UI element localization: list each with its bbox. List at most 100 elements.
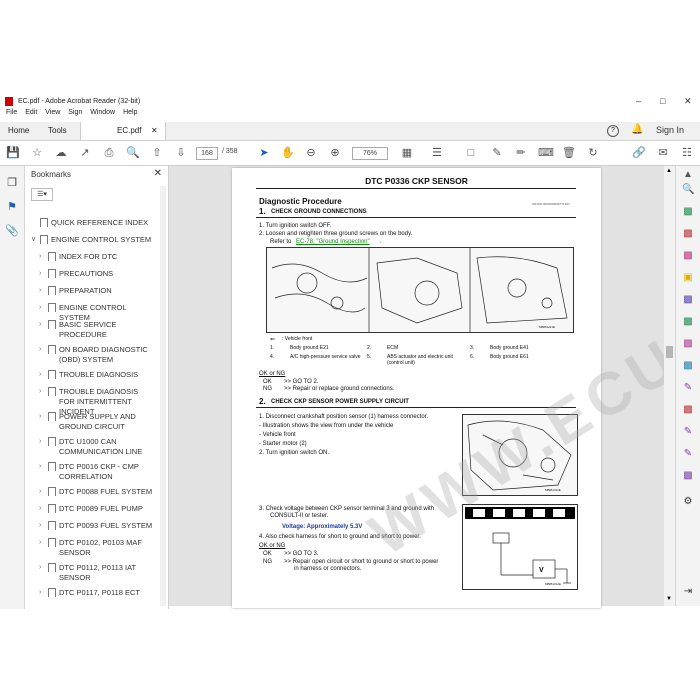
bookmark-item[interactable]: › PRECAUTIONS xyxy=(25,269,165,279)
next-page-icon[interactable]: ⇩ xyxy=(174,146,188,160)
mail-icon[interactable]: ✉ xyxy=(656,146,670,160)
bookmarks-options-button[interactable]: ☰▾ xyxy=(31,188,53,201)
chevron-right-icon[interactable]: › xyxy=(39,370,41,380)
edit-pdf-icon[interactable]: ▩ xyxy=(682,250,694,262)
bookmarks-scrollbar[interactable] xyxy=(160,186,166,606)
comment-icon[interactable]: □ xyxy=(464,146,478,160)
close-icon[interactable]: ✕ xyxy=(684,96,692,107)
compress-icon[interactable]: ▩ xyxy=(682,338,694,350)
bookmark-item[interactable]: › DTC P0089 FUEL PUMP xyxy=(25,504,165,514)
scan-ocr-icon[interactable]: ▩ xyxy=(682,360,694,372)
menu-file[interactable]: File xyxy=(6,109,17,116)
share-icon[interactable]: ↗ xyxy=(78,146,92,160)
highlight-icon[interactable]: ✏ xyxy=(514,146,528,160)
menu-view[interactable]: View xyxy=(45,109,60,116)
bookmark-item[interactable]: › TROUBLE DIAGNOSIS xyxy=(25,370,165,380)
chevron-right-icon[interactable]: › xyxy=(39,487,41,497)
bookmark-item[interactable]: › DTC P0016 CKP - CMP CORRELATION xyxy=(25,462,165,482)
bell-icon[interactable]: 🔔 xyxy=(631,124,643,135)
protect-icon[interactable]: ▩ xyxy=(682,404,694,416)
pane-collapse-icon[interactable]: ▲ xyxy=(682,169,694,181)
export-pdf-icon[interactable]: ▩ xyxy=(682,206,694,218)
print-production-icon[interactable]: ▩ xyxy=(682,470,694,482)
chevron-right-icon[interactable]: › xyxy=(39,504,41,514)
chevron-right-icon[interactable]: › xyxy=(39,303,41,313)
bookmark-item[interactable]: ∨ ENGINE CONTROL SYSTEM xyxy=(25,235,165,245)
page-thumbnails-icon[interactable]: ❐ xyxy=(5,176,19,190)
zoom-select[interactable]: 76% xyxy=(352,147,388,160)
create-pdf-icon[interactable]: ▩ xyxy=(682,228,694,240)
chevron-right-icon[interactable]: › xyxy=(39,412,41,422)
bookmark-item[interactable]: › DTC U1000 CAN COMMUNICATION LINE xyxy=(25,437,165,457)
chevron-right-icon[interactable]: › xyxy=(39,286,41,296)
chevron-right-icon[interactable]: › xyxy=(39,521,41,531)
chevron-right-icon[interactable]: › xyxy=(39,387,41,397)
tab-tools[interactable]: Tools xyxy=(40,122,75,140)
chevron-right-icon[interactable]: › xyxy=(39,462,41,472)
save-icon[interactable]: 💾 xyxy=(6,146,20,160)
chevron-right-icon[interactable]: › xyxy=(39,538,41,548)
chevron-right-icon[interactable]: › xyxy=(39,252,41,262)
fill-sign-icon[interactable]: ✎ xyxy=(682,382,694,394)
certificates-icon[interactable]: ✎ xyxy=(682,448,694,460)
attachments-icon[interactable]: 📎 xyxy=(5,224,19,238)
scroll-down-icon[interactable]: ▼ xyxy=(666,596,672,602)
send-for-signature-icon[interactable]: ✎ xyxy=(682,426,694,438)
organize-pages-icon[interactable]: ▩ xyxy=(682,316,694,328)
document-scrollbar[interactable]: ▲ ▼ xyxy=(664,166,675,606)
prev-page-icon[interactable]: ⇧ xyxy=(150,146,164,160)
more-tools-icon[interactable]: ☷ xyxy=(680,146,694,160)
pane-expand-icon[interactable]: ⇥ xyxy=(682,586,694,598)
bookmark-item[interactable]: › POWER SUPPLY AND GROUND CIRCUIT xyxy=(25,412,165,432)
menu-edit[interactable]: Edit xyxy=(25,109,37,116)
select-cursor-icon[interactable]: ➤ xyxy=(257,146,271,160)
bookmark-item[interactable]: › DTC P0088 FUEL SYSTEM xyxy=(25,487,165,497)
bookmark-item[interactable]: › DTC P0117, P0118 ECT xyxy=(25,588,165,598)
bookmark-item[interactable]: › DTC P0112, P0113 IAT SENSOR xyxy=(25,563,165,583)
bookmarks-panel-icon[interactable]: ⚑ xyxy=(5,200,19,214)
zoom-out-icon[interactable]: ⊖ xyxy=(304,146,318,160)
minimize-icon[interactable]: – xyxy=(636,96,641,106)
scroll-thumb[interactable] xyxy=(666,346,673,358)
menu-help[interactable]: Help xyxy=(123,109,137,116)
link-icon[interactable]: 🔗 xyxy=(632,146,646,160)
tab-close-icon[interactable]: ✕ xyxy=(151,122,158,140)
customize-tools-icon[interactable]: ⚙ xyxy=(682,496,694,508)
zoom-in-icon[interactable]: ⊕ xyxy=(328,146,342,160)
sign-in-button[interactable]: Sign In xyxy=(656,125,684,135)
chevron-right-icon[interactable]: › xyxy=(39,269,41,279)
search-text-icon[interactable]: 🔍 xyxy=(682,184,694,196)
bookmark-item[interactable]: › INDEX FOR DTC xyxy=(25,252,165,262)
bookmark-item[interactable]: › ON BOARD DIAGNOSTIC (OBD) SYSTEM xyxy=(25,345,165,365)
bookmarks-close-icon[interactable]: ✕ xyxy=(154,168,162,179)
bookmark-item[interactable]: › ENGINE CONTROL SYSTEM xyxy=(25,303,165,322)
hand-tool-icon[interactable]: ✋ xyxy=(281,146,295,160)
help-icon[interactable]: ? xyxy=(607,125,619,137)
menu-window[interactable]: Window xyxy=(90,109,115,116)
comment-tool-icon[interactable]: ▣ xyxy=(682,272,694,284)
scroll-mode-icon[interactable]: ☰ xyxy=(430,146,444,160)
rotate-icon[interactable]: ↻ xyxy=(586,146,600,160)
upload-icon[interactable]: ☁ xyxy=(54,146,68,160)
print-icon[interactable]: ⎙ xyxy=(102,146,116,160)
bookmark-star-icon[interactable]: ☆ xyxy=(30,146,44,160)
bookmark-item[interactable]: › DTC P0102, P0103 MAF SENSOR xyxy=(25,538,165,558)
chevron-right-icon[interactable]: › xyxy=(39,437,41,447)
chevron-right-icon[interactable]: › xyxy=(39,320,41,330)
ground-inspection-link[interactable]: EC-78, "Ground Inspection" xyxy=(296,239,370,245)
bookmark-item[interactable]: › DTC P0093 FUEL SYSTEM xyxy=(25,521,165,531)
chevron-right-icon[interactable]: › xyxy=(39,563,41,573)
bookmark-item[interactable]: › BASIC SERVICE PROCEDURE xyxy=(25,320,165,340)
page-number-input[interactable]: 168 xyxy=(196,147,218,160)
chevron-down-icon[interactable]: ∨ xyxy=(31,235,36,245)
delete-icon[interactable]: 🗑 xyxy=(562,146,576,160)
chevron-right-icon[interactable]: › xyxy=(39,345,41,355)
bookmark-item[interactable]: › TROUBLE DIAGNOSIS FOR INTERMITTENT INCI… xyxy=(25,387,165,416)
tab-document[interactable]: EC.pdf ✕ xyxy=(80,122,166,140)
maximize-icon[interactable]: □ xyxy=(660,96,665,106)
page-fit-icon[interactable]: ▦ xyxy=(400,146,414,160)
combine-files-icon[interactable]: ▩ xyxy=(682,294,694,306)
stamp-icon[interactable]: ⌨ xyxy=(538,146,554,160)
bookmark-item[interactable]: QUICK REFERENCE INDEX xyxy=(25,218,165,228)
scroll-up-icon[interactable]: ▲ xyxy=(666,168,672,174)
